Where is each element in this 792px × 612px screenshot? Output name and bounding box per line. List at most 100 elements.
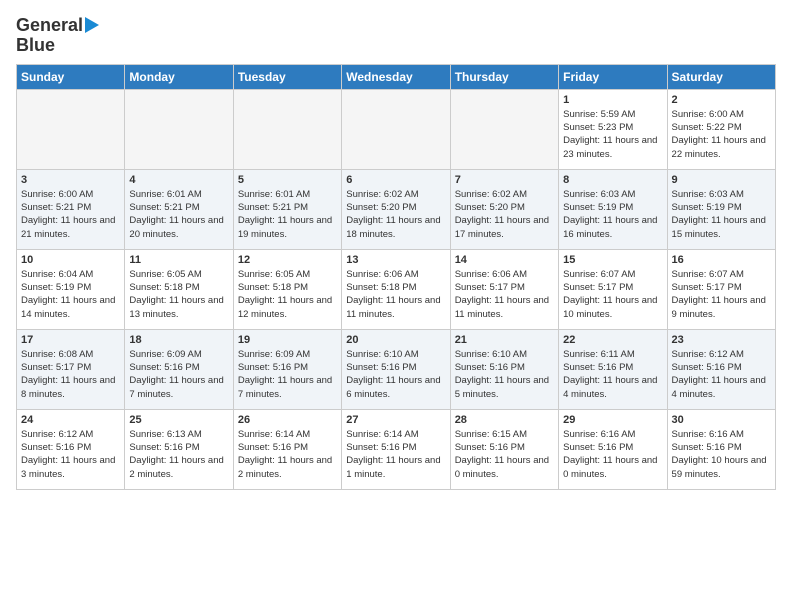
calendar-cell: 14 Sunrise: 6:06 AMSunset: 5:17 PMDayligh… [450, 249, 558, 329]
day-header-thursday: Thursday [450, 64, 558, 89]
calendar-cell: 28 Sunrise: 6:15 AMSunset: 5:16 PMDayligh… [450, 409, 558, 489]
day-info: Sunrise: 6:02 AMSunset: 5:20 PMDaylight:… [346, 188, 445, 241]
calendar-week-4: 17 Sunrise: 6:08 AMSunset: 5:17 PMDayligh… [17, 329, 776, 409]
day-number: 18 [129, 334, 228, 346]
calendar-cell: 21 Sunrise: 6:10 AMSunset: 5:16 PMDayligh… [450, 329, 558, 409]
day-number: 9 [672, 174, 771, 186]
day-info: Sunrise: 6:10 AMSunset: 5:16 PMDaylight:… [455, 348, 554, 401]
day-number: 17 [21, 334, 120, 346]
day-number: 15 [563, 254, 662, 266]
page-header: General Blue [16, 16, 776, 56]
calendar-cell: 8 Sunrise: 6:03 AMSunset: 5:19 PMDaylight… [559, 169, 667, 249]
calendar-cell: 7 Sunrise: 6:02 AMSunset: 5:20 PMDaylight… [450, 169, 558, 249]
day-info: Sunrise: 6:11 AMSunset: 5:16 PMDaylight:… [563, 348, 662, 401]
day-info: Sunrise: 6:15 AMSunset: 5:16 PMDaylight:… [455, 428, 554, 481]
calendar-cell: 3Sunrise: 6:00 AMSunset: 5:21 PMDaylight… [17, 169, 125, 249]
day-header-friday: Friday [559, 64, 667, 89]
calendar-cell: 19 Sunrise: 6:09 AMSunset: 5:16 PMDayligh… [233, 329, 341, 409]
calendar-cell: 17 Sunrise: 6:08 AMSunset: 5:17 PMDayligh… [17, 329, 125, 409]
calendar-cell [125, 89, 233, 169]
day-number: 16 [672, 254, 771, 266]
day-number: 20 [346, 334, 445, 346]
calendar-cell: 12 Sunrise: 6:05 AMSunset: 5:18 PMDayligh… [233, 249, 341, 329]
day-number: 19 [238, 334, 337, 346]
calendar-cell: 6 Sunrise: 6:02 AMSunset: 5:20 PMDaylight… [342, 169, 450, 249]
calendar-cell [233, 89, 341, 169]
calendar-cell: 16 Sunrise: 6:07 AMSunset: 5:17 PMDayligh… [667, 249, 775, 329]
calendar-cell [450, 89, 558, 169]
calendar-cell: 26Sunrise: 6:14 AMSunset: 5:16 PMDayligh… [233, 409, 341, 489]
day-info: Sunrise: 6:09 AMSunset: 5:16 PMDaylight:… [238, 348, 337, 401]
calendar-cell: 9 Sunrise: 6:03 AMSunset: 5:19 PMDaylight… [667, 169, 775, 249]
day-header-saturday: Saturday [667, 64, 775, 89]
day-info: Sunrise: 6:05 AMSunset: 5:18 PMDaylight:… [238, 268, 337, 321]
calendar-cell: 25Sunrise: 6:13 AMSunset: 5:16 PMDayligh… [125, 409, 233, 489]
day-info: Sunrise: 6:09 AMSunset: 5:16 PMDaylight:… [129, 348, 228, 401]
day-number: 12 [238, 254, 337, 266]
day-info: Sunrise: 6:03 AMSunset: 5:19 PMDaylight:… [672, 188, 771, 241]
day-header-tuesday: Tuesday [233, 64, 341, 89]
day-info: Sunrise: 6:06 AMSunset: 5:17 PMDaylight:… [455, 268, 554, 321]
day-number: 29 [563, 414, 662, 426]
day-header-wednesday: Wednesday [342, 64, 450, 89]
day-info: Sunrise: 6:07 AMSunset: 5:17 PMDaylight:… [672, 268, 771, 321]
calendar-cell: 13 Sunrise: 6:06 AMSunset: 5:18 PMDayligh… [342, 249, 450, 329]
day-header-sunday: Sunday [17, 64, 125, 89]
logo-general: General [16, 15, 83, 35]
day-number: 4 [129, 174, 228, 186]
day-number: 10 [21, 254, 120, 266]
calendar-cell: 2 Sunrise: 6:00 AMSunset: 5:22 PMDaylight… [667, 89, 775, 169]
day-header-monday: Monday [125, 64, 233, 89]
day-number: 1 [563, 94, 662, 106]
day-number: 28 [455, 414, 554, 426]
calendar-cell: 23 Sunrise: 6:12 AMSunset: 5:16 PMDayligh… [667, 329, 775, 409]
day-number: 25 [129, 414, 228, 426]
logo-arrow-icon [85, 17, 99, 33]
calendar-cell [17, 89, 125, 169]
day-number: 7 [455, 174, 554, 186]
calendar-cell: 24Sunrise: 6:12 AMSunset: 5:16 PMDayligh… [17, 409, 125, 489]
logo-blue: Blue [16, 36, 55, 56]
calendar-body: 1 Sunrise: 5:59 AMSunset: 5:23 PMDaylight… [17, 89, 776, 489]
day-number: 23 [672, 334, 771, 346]
day-number: 2 [672, 94, 771, 106]
day-info: Sunrise: 6:12 AMSunset: 5:16 PMDaylight:… [672, 348, 771, 401]
day-number: 21 [455, 334, 554, 346]
day-info: Sunrise: 5:59 AMSunset: 5:23 PMDaylight:… [563, 108, 662, 161]
calendar-week-1: 1 Sunrise: 5:59 AMSunset: 5:23 PMDaylight… [17, 89, 776, 169]
day-info: Sunrise: 6:08 AMSunset: 5:17 PMDaylight:… [21, 348, 120, 401]
calendar-week-2: 3Sunrise: 6:00 AMSunset: 5:21 PMDaylight… [17, 169, 776, 249]
day-info: Sunrise: 6:06 AMSunset: 5:18 PMDaylight:… [346, 268, 445, 321]
day-info: Sunrise: 6:14 AMSunset: 5:16 PMDaylight:… [238, 428, 337, 481]
day-info: Sunrise: 6:16 AMSunset: 5:16 PMDaylight:… [563, 428, 662, 481]
calendar-cell [342, 89, 450, 169]
day-number: 22 [563, 334, 662, 346]
day-number: 14 [455, 254, 554, 266]
day-info: Sunrise: 6:10 AMSunset: 5:16 PMDaylight:… [346, 348, 445, 401]
calendar-cell: 18 Sunrise: 6:09 AMSunset: 5:16 PMDayligh… [125, 329, 233, 409]
day-info: Sunrise: 6:00 AMSunset: 5:22 PMDaylight:… [672, 108, 771, 161]
day-number: 6 [346, 174, 445, 186]
calendar-week-5: 24Sunrise: 6:12 AMSunset: 5:16 PMDayligh… [17, 409, 776, 489]
day-info: Sunrise: 6:04 AMSunset: 5:19 PMDaylight:… [21, 268, 120, 321]
calendar-cell: 29 Sunrise: 6:16 AMSunset: 5:16 PMDayligh… [559, 409, 667, 489]
calendar-header-row: SundayMondayTuesdayWednesdayThursdayFrid… [17, 64, 776, 89]
day-number: 11 [129, 254, 228, 266]
day-info: Sunrise: 6:07 AMSunset: 5:17 PMDaylight:… [563, 268, 662, 321]
day-info: Sunrise: 6:03 AMSunset: 5:19 PMDaylight:… [563, 188, 662, 241]
day-number: 13 [346, 254, 445, 266]
calendar-cell: 27 Sunrise: 6:14 AMSunset: 5:16 PMDayligh… [342, 409, 450, 489]
calendar-cell: 15 Sunrise: 6:07 AMSunset: 5:17 PMDayligh… [559, 249, 667, 329]
day-number: 27 [346, 414, 445, 426]
calendar-cell: 4Sunrise: 6:01 AMSunset: 5:21 PMDaylight… [125, 169, 233, 249]
calendar-cell: 30Sunrise: 6:16 AMSunset: 5:16 PMDayligh… [667, 409, 775, 489]
day-number: 8 [563, 174, 662, 186]
day-number: 3 [21, 174, 120, 186]
day-info: Sunrise: 6:02 AMSunset: 5:20 PMDaylight:… [455, 188, 554, 241]
calendar-cell: 5Sunrise: 6:01 AMSunset: 5:21 PMDaylight… [233, 169, 341, 249]
calendar-cell: 10 Sunrise: 6:04 AMSunset: 5:19 PMDayligh… [17, 249, 125, 329]
day-number: 30 [672, 414, 771, 426]
calendar-week-3: 10 Sunrise: 6:04 AMSunset: 5:19 PMDayligh… [17, 249, 776, 329]
day-info: Sunrise: 6:14 AMSunset: 5:16 PMDaylight:… [346, 428, 445, 481]
day-number: 5 [238, 174, 337, 186]
